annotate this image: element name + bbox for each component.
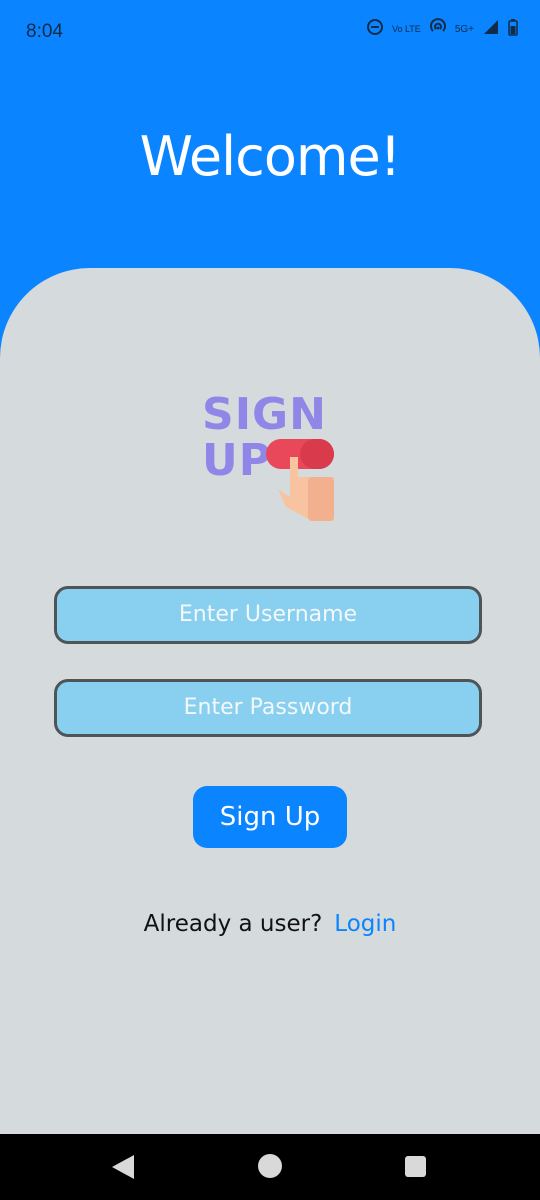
recents-icon[interactable] <box>405 1156 426 1177</box>
login-row: Already a user? Login <box>0 911 540 937</box>
welcome-title: Welcome! <box>139 125 402 188</box>
hotspot-icon <box>429 18 447 40</box>
signup-button[interactable]: Sign Up <box>193 786 347 848</box>
home-icon[interactable] <box>258 1154 282 1178</box>
status-time: 8:04 <box>26 21 63 42</box>
do-not-disturb-icon <box>366 18 384 40</box>
5g-icon: 5G+ <box>454 23 474 35</box>
navigation-bar <box>0 1134 540 1200</box>
already-user-text: Already a user? <box>143 911 323 937</box>
username-input[interactable]: Enter Username <box>54 586 482 644</box>
back-icon[interactable] <box>112 1155 134 1179</box>
status-bar: 8:04 Vo LTE 5G+ <box>0 0 540 64</box>
logo-line1: SIGN <box>202 389 327 440</box>
password-input[interactable]: Enter Password <box>54 679 482 737</box>
signup-logo: SIGN UP <box>200 385 340 525</box>
login-link[interactable]: Login <box>334 911 396 937</box>
volte-icon: Vo LTE <box>391 23 421 34</box>
logo-line2: UP <box>202 435 272 486</box>
signal-icon <box>482 18 500 40</box>
status-icons: Vo LTE 5G+ <box>366 18 518 40</box>
battery-icon <box>508 18 518 40</box>
